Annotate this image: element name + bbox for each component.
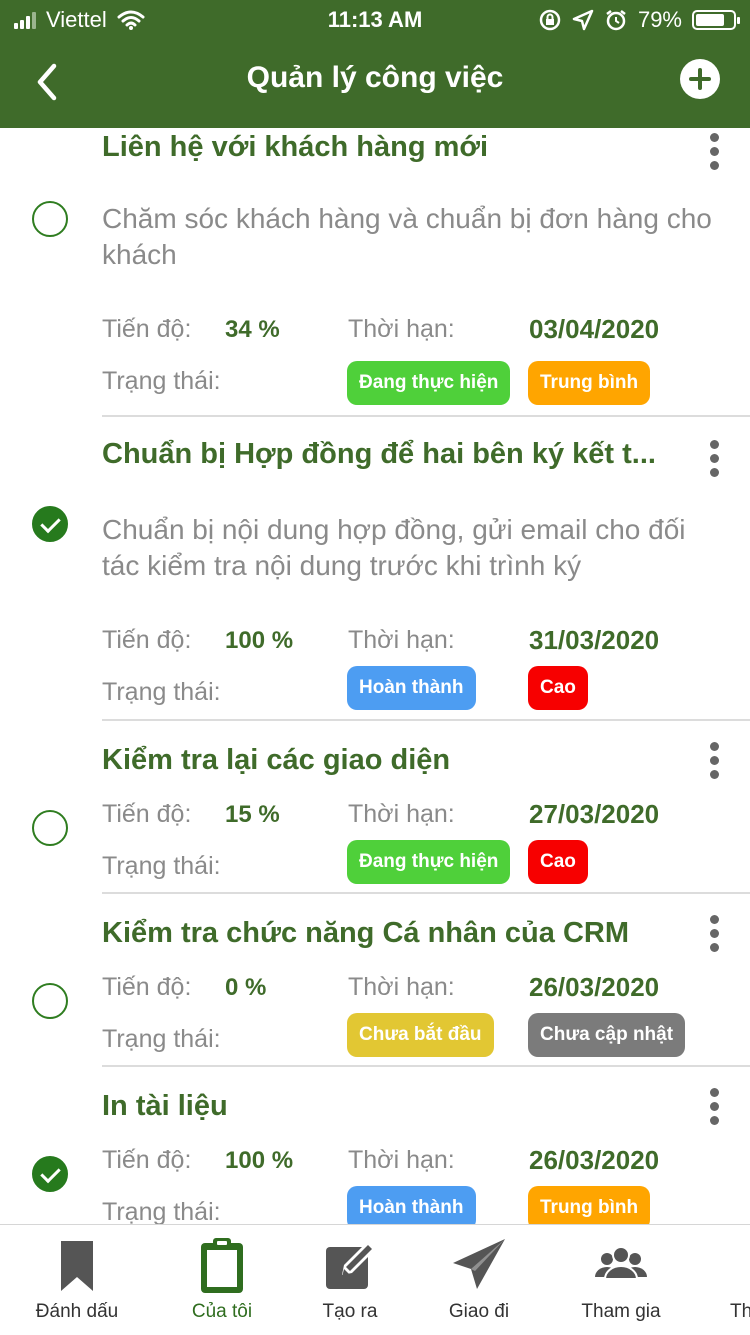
status-label: Trạng thái: [102, 678, 221, 706]
more-menu-button[interactable] [704, 440, 726, 478]
status-badge: Hoàn thành [347, 666, 476, 710]
tab-label: Của tôi [191, 1301, 253, 1322]
status-badge: Đang thực hiện [347, 361, 511, 405]
task-item[interactable]: Kiểm tra lại các giao diện Tiến độ: 15 %… [0, 734, 750, 894]
task-title[interactable]: In tài liệu [102, 1090, 687, 1123]
priority-badge: Cao [528, 840, 588, 884]
alarm-icon [606, 10, 626, 31]
priority-badge: Trung bình [528, 361, 651, 405]
task-description: Chăm sóc khách hàng và chuẩn bị đơn hàng… [102, 203, 712, 270]
bookmark-icon [61, 1241, 93, 1291]
progress-value: 15 % [225, 801, 280, 828]
status-label: Trạng thái: [102, 852, 221, 880]
status-bar: Viettel 11:13 AM 79% [0, 0, 750, 40]
edit-icon [326, 1241, 376, 1289]
task-checkbox[interactable] [32, 201, 68, 237]
task-list[interactable]: Liên hệ với khách hàng mới Chăm sóc khác… [0, 128, 750, 1225]
priority-badge: Chưa cập nhật [528, 1013, 686, 1057]
page-title: Quản lý công việc [246, 61, 504, 94]
tab-label: Giao đi [448, 1301, 510, 1322]
progress-value: 0 % [225, 974, 267, 1001]
task-checkbox-checked[interactable] [32, 506, 68, 542]
task-item[interactable]: Chuẩn bị Hợp đồng để hai bên ký kết t...… [0, 426, 750, 721]
status-badge: Hoàn thành [347, 1186, 476, 1225]
task-checkbox[interactable] [32, 983, 68, 1019]
tab-participating[interactable]: Tham gia [561, 1225, 681, 1335]
task-item[interactable]: In tài liệu Tiến độ: 100 % Thời hạn: 26/… [0, 1080, 750, 1225]
tab-created[interactable]: Tạo ra [290, 1225, 410, 1335]
task-title[interactable]: Kiểm tra lại các giao diện [102, 744, 687, 777]
tab-label: Đánh dấu [35, 1301, 119, 1322]
progress-value: 100 % [225, 627, 294, 654]
progress-label: Tiến độ: [102, 315, 192, 343]
more-menu-button[interactable] [704, 915, 726, 953]
location-icon [572, 9, 594, 31]
more-menu-button[interactable] [704, 1088, 726, 1126]
divider [102, 415, 750, 417]
send-icon [453, 1239, 505, 1289]
deadline-value: 03/04/2020 [529, 314, 660, 344]
deadline-value: 26/03/2020 [529, 1145, 660, 1175]
task-checkbox-checked[interactable] [32, 1156, 68, 1192]
task-title[interactable]: Kiểm tra chức năng Cá nhân của CRM [102, 917, 687, 950]
progress-value: 34 % [225, 316, 280, 343]
tab-bookmarks[interactable]: Đánh dấu [17, 1225, 137, 1335]
tab-more[interactable]: Th [722, 1225, 750, 1335]
clipboard-icon [201, 1238, 243, 1293]
deadline-label: Thời hạn: [348, 1146, 455, 1174]
progress-label: Tiến độ: [102, 800, 192, 828]
group-icon [595, 1246, 647, 1280]
status-badge: Đang thực hiện [347, 840, 511, 884]
progress-label: Tiến độ: [102, 973, 192, 1001]
divider [102, 719, 750, 721]
deadline-value: 26/03/2020 [529, 972, 660, 1002]
tab-mine[interactable]: Của tôi [162, 1225, 282, 1335]
deadline-label: Thời hạn: [348, 315, 455, 343]
more-menu-button[interactable] [704, 742, 726, 780]
progress-label: Tiến độ: [102, 626, 192, 654]
status-right: 79% [538, 7, 740, 33]
divider [102, 892, 750, 894]
deadline-label: Thời hạn: [348, 626, 455, 654]
priority-badge: Cao [528, 666, 588, 710]
task-item[interactable]: Liên hệ với khách hàng mới Chăm sóc khác… [0, 128, 750, 416]
tab-label: Tạo ra [322, 1301, 378, 1322]
deadline-value: 31/03/2020 [529, 625, 660, 655]
deadline-label: Thời hạn: [348, 800, 455, 828]
rotation-lock-icon [539, 9, 561, 31]
deadline-label: Thời hạn: [348, 973, 455, 1001]
tab-assigned[interactable]: Giao đi [419, 1225, 539, 1335]
bottom-tab-bar: Đánh dấu Của tôi Tạo ra Giao đi Tham gia… [0, 1224, 750, 1335]
battery-percent: 79% [637, 7, 682, 32]
task-title[interactable]: Liên hệ với khách hàng mới [102, 131, 687, 164]
status-label: Trạng thái: [102, 1198, 221, 1225]
progress-value: 100 % [225, 1147, 294, 1174]
status-label: Trạng thái: [102, 1025, 221, 1053]
tab-label: Tham gia [581, 1301, 661, 1322]
progress-label: Tiến độ: [102, 1146, 192, 1174]
battery-fill [696, 14, 724, 26]
header: Quản lý công việc [0, 40, 750, 128]
task-title[interactable]: Chuẩn bị Hợp đồng để hai bên ký kết t... [102, 438, 687, 471]
deadline-value: 27/03/2020 [529, 799, 660, 829]
tab-label: Th [730, 1301, 750, 1322]
more-menu-button[interactable] [704, 133, 726, 171]
priority-badge: Trung bình [528, 1186, 651, 1225]
add-task-button[interactable] [680, 59, 720, 99]
task-item[interactable]: Kiểm tra chức năng Cá nhân của CRM Tiến … [0, 907, 750, 1067]
divider [102, 1065, 750, 1067]
battery-icon [692, 10, 740, 30]
status-badge: Chưa bắt đầu [347, 1013, 494, 1057]
task-description: Chuẩn bị nội dung hợp đồng, gửi email ch… [102, 514, 686, 581]
task-checkbox[interactable] [32, 810, 68, 846]
status-label: Trạng thái: [102, 367, 221, 395]
